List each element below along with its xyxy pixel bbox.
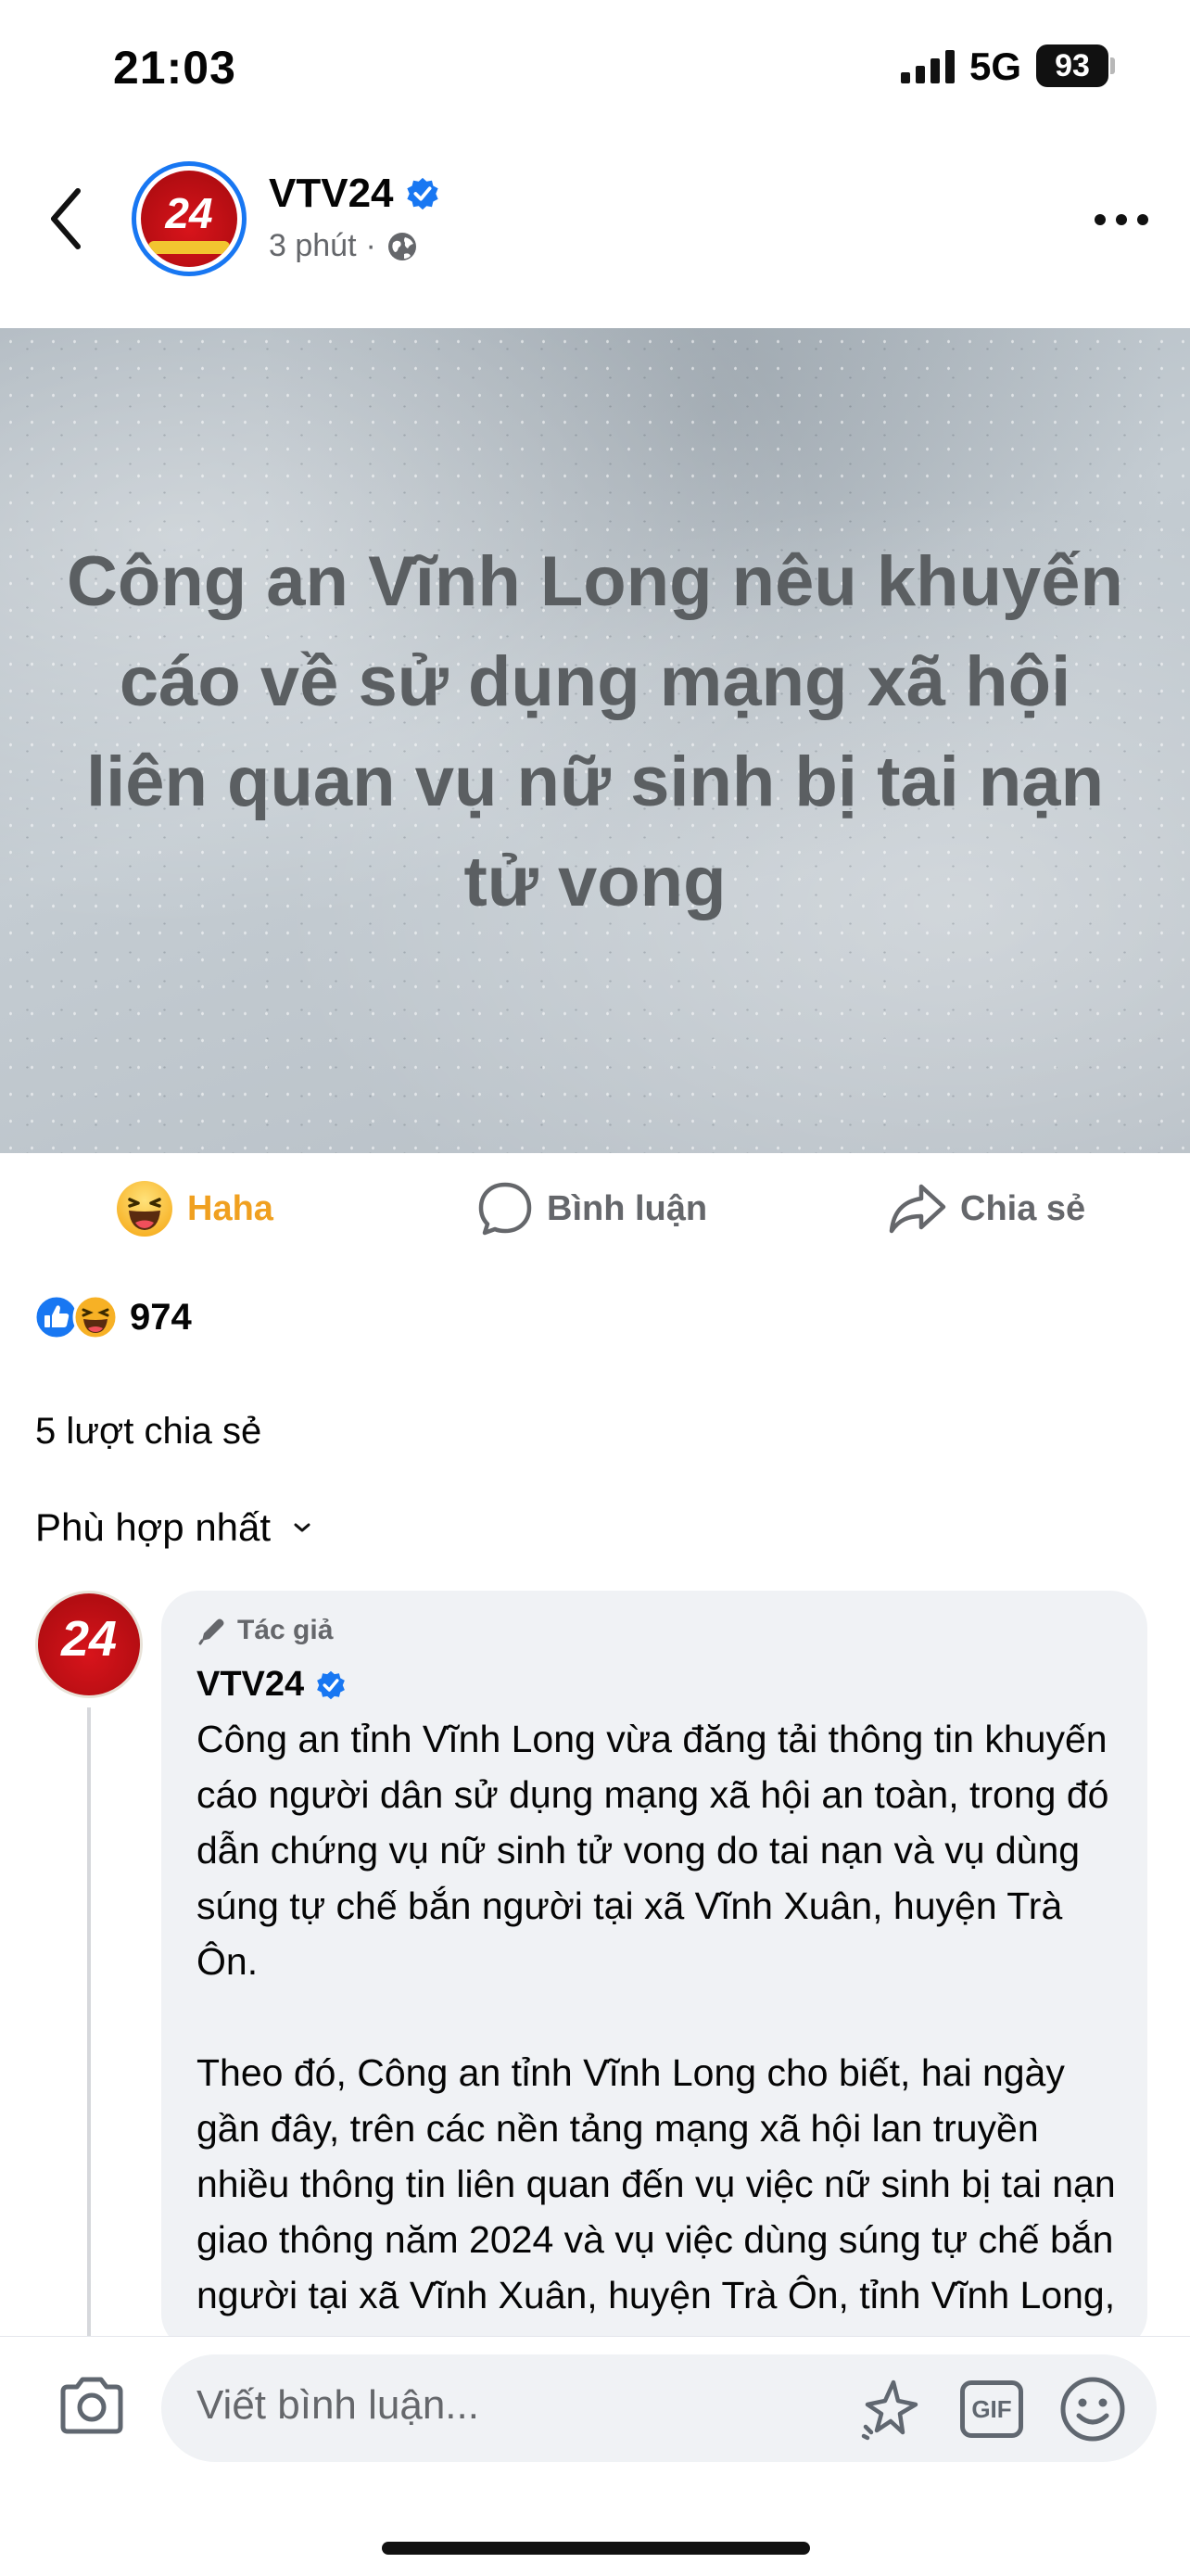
signal-icon [901,50,955,83]
comment-avatar-text: 24 [60,1611,118,1667]
reaction-button[interactable]: Haha [115,1179,273,1238]
home-indicator[interactable] [382,2542,810,2555]
page-name[interactable]: VTV24 [269,171,394,217]
reaction-count: 974 [130,1296,192,1338]
page-name-row[interactable]: VTV24 [269,171,440,217]
avatar-sticker-icon[interactable] [856,2375,925,2443]
meta-separator: · [365,228,376,263]
vtv24-logo: 24 [141,171,237,267]
sort-label[interactable]: Phù hợp nhất [35,1505,271,1550]
chevron-down-icon [294,1523,310,1532]
page-avatar[interactable]: 24 [132,161,247,276]
more-horizontal-icon[interactable] [1094,213,1149,226]
camera-icon[interactable] [57,2375,126,2436]
status-time: 21:03 [113,42,236,94]
haha-reaction-icon [72,1294,119,1340]
share-label[interactable]: Chia sẻ [960,1189,1085,1229]
gif-button[interactable]: GIF [960,2380,1023,2438]
network-type: 5G [969,44,1022,88]
verified-badge-icon [406,177,438,210]
verified-badge-icon [317,1670,346,1699]
share-button[interactable]: Chia sẻ [888,1179,1085,1238]
image-headline: Công an Vĩnh Long nêu khuyến cáo về sử d… [67,542,1123,921]
share-count[interactable]: 5 lượt chia sẻ [35,1411,261,1453]
haha-emoji-icon [117,1181,172,1237]
gif-label: GIF [971,2394,1012,2423]
pen-icon [198,1618,224,1645]
thread-line [87,1707,91,2338]
avatar-logo-text: 24 [165,189,213,237]
comment-button[interactable]: Bình luận [476,1179,707,1238]
reaction-summary[interactable]: 974 [33,1294,192,1340]
comment-text: Công an tỉnh Vĩnh Long vừa đăng tải thôn… [196,1711,1123,2434]
comment-paragraph: Theo đó, Công an tỉnh Vĩnh Long cho biết… [196,2051,1116,2372]
comment-bubble-icon [478,1182,532,1236]
comment-author-name[interactable]: VTV24 [196,1665,304,1705]
author-badge: Tác giả [196,1615,333,1646]
battery-tip [1110,57,1115,74]
post-time[interactable]: 3 phút [269,228,357,264]
post-image[interactable]: Công an Vĩnh Long nêu khuyến cáo về sử d… [0,328,1190,1153]
comment-author-row[interactable]: VTV24 [196,1665,347,1705]
post-action-bar: Haha Bình luận Chia sẻ [0,1159,1190,1263]
emoji-icon[interactable] [1058,2375,1127,2443]
author-badge-label: Tác giả [237,1615,334,1645]
comment-author-avatar[interactable]: 24 [35,1591,143,1698]
comment-input-placeholder[interactable]: Viết bình luận... [196,2382,479,2429]
battery-indicator: 93 [1036,44,1108,87]
battery-level: 93 [1055,47,1090,83]
comment-paragraph: Công an tỉnh Vĩnh Long vừa đăng tải thôn… [196,1718,1109,1983]
comment-sort-dropdown[interactable]: Phù hợp nhất [35,1505,311,1550]
globe-icon [387,232,416,260]
chevron-left-icon[interactable] [46,185,87,252]
comment-label[interactable]: Bình luận [547,1189,707,1229]
reaction-label[interactable]: Haha [187,1189,273,1229]
share-arrow-icon [889,1184,946,1234]
post-meta: 3 phút · [269,228,419,264]
